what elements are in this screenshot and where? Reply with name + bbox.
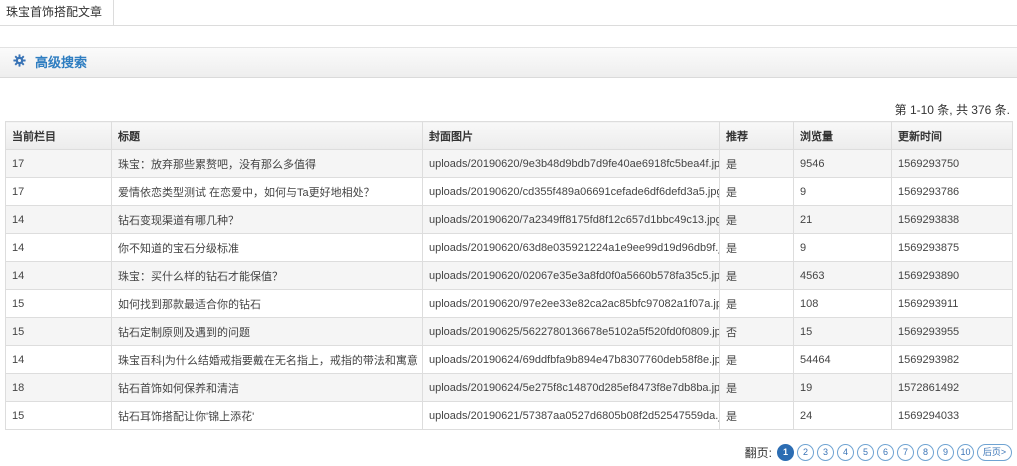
category-cell: 17 xyxy=(5,149,112,178)
cover-image-cell: uploads/20190620/97e2ee33e82ca2ac85bfc97… xyxy=(422,289,720,318)
category-cell: 14 xyxy=(5,233,112,262)
cover-image-cell: uploads/20190620/7a2349ff8175fd8f12c657d… xyxy=(422,205,720,234)
updated-time-cell: 1569293838 xyxy=(891,205,1013,234)
cover-image-cell: uploads/20190620/cd355f489a06691cefade6d… xyxy=(422,177,720,206)
column-title-header[interactable]: 标题 xyxy=(111,121,423,150)
table-row[interactable]: 14 钻石变现渠道有哪几种？ uploads/20190620/7a2349ff81… xyxy=(5,205,1013,234)
views-cell: 24 xyxy=(793,401,892,430)
recommended-cell: 是 xyxy=(719,345,794,374)
title-cell: 珠宝：放弃那些累赘吧，没有那么多值得 xyxy=(111,149,423,178)
articles-table-container: 当前栏目 标题 封面图片 推荐 浏览量 更新时间 17 珠宝：放弃那些累赘吧，没有那么多值得… xyxy=(5,121,1013,430)
advanced-search-panel-header[interactable]: 高级搜索 xyxy=(0,47,1017,78)
page-button-5[interactable]: 5 xyxy=(857,444,874,461)
category-cell: 18 xyxy=(5,373,112,402)
page-button-3[interactable]: 3 xyxy=(817,444,834,461)
cover-image-cell: uploads/20190624/69ddfbfa9b894e47b830776… xyxy=(422,345,720,374)
table-row[interactable]: 17 珠宝：放弃那些累赘吧，没有那么多值得 uploads/20190620/9e3… xyxy=(5,149,1013,178)
page-button-6[interactable]: 6 xyxy=(877,444,894,461)
views-cell: 19 xyxy=(793,373,892,402)
page-button-10[interactable]: 10 xyxy=(957,444,974,461)
title-cell: 钻石定制原则及遇到的问题 xyxy=(111,317,423,346)
views-cell: 9 xyxy=(793,233,892,262)
category-cell: 15 xyxy=(5,317,112,346)
advanced-search-title[interactable]: 高级搜索 xyxy=(35,55,87,71)
table-row[interactable]: 15 钻石定制原则及遇到的问题 uploads/20190625/562278013… xyxy=(5,317,1013,346)
table-row[interactable]: 14 你不知道的宝石分级标准 uploads/20190620/63d8e03592… xyxy=(5,233,1013,262)
updated-time-cell: 1569293890 xyxy=(891,261,1013,290)
updated-time-cell: 1569293982 xyxy=(891,345,1013,374)
recommended-cell: 否 xyxy=(719,317,794,346)
gear-icon xyxy=(12,54,26,68)
column-cover-image-header[interactable]: 封面图片 xyxy=(422,121,720,150)
table-header-row: 当前栏目 标题 封面图片 推荐 浏览量 更新时间 xyxy=(5,121,1013,150)
page-button-8[interactable]: 8 xyxy=(917,444,934,461)
updated-time-cell: 1569293911 xyxy=(891,289,1013,318)
recommended-cell: 是 xyxy=(719,233,794,262)
recommended-cell: 是 xyxy=(719,177,794,206)
pager-label: 翻页: xyxy=(744,446,772,460)
pagination: 翻页: 1 2 3 4 5 6 7 8 9 10 后页> xyxy=(745,444,1012,461)
category-cell: 17 xyxy=(5,177,112,206)
table-row[interactable]: 14 珠宝百科|为什么结婚戒指要戴在无名指上，戒指的带法和寓意 uploads/20… xyxy=(5,345,1013,374)
recommended-cell: 是 xyxy=(719,401,794,430)
title-cell: 如何找到那款最适合你的钻石 xyxy=(111,289,423,318)
page-button-9[interactable]: 9 xyxy=(937,444,954,461)
column-views-header[interactable]: 浏览量 xyxy=(793,121,892,150)
table-row[interactable]: 15 钻石耳饰搭配让你'锦上添花' uploads/20190621/57387aa… xyxy=(5,401,1013,430)
column-updated-time-header[interactable]: 更新时间 xyxy=(891,121,1013,150)
table-row[interactable]: 15 如何找到那款最适合你的钻石 uploads/20190620/97e2ee33… xyxy=(5,289,1013,318)
cover-image-cell: uploads/20190624/5e275f8c14870d285ef8473… xyxy=(422,373,720,402)
page-button-7[interactable]: 7 xyxy=(897,444,914,461)
cover-image-cell: uploads/20190621/57387aa0527d6805b08f2d5… xyxy=(422,401,720,430)
recommended-cell: 是 xyxy=(719,149,794,178)
views-cell: 9 xyxy=(793,177,892,206)
tab-jewelry-articles[interactable]: 珠宝首饰搭配文章 xyxy=(0,0,115,25)
title-cell: 你不知道的宝石分级标准 xyxy=(111,233,423,262)
recommended-cell: 是 xyxy=(719,261,794,290)
column-recommended-header[interactable]: 推荐 xyxy=(719,121,794,150)
page-button-1[interactable]: 1 xyxy=(777,444,794,461)
table-row[interactable]: 14 珠宝：买什么样的钻石才能保值？ uploads/20190620/02067e… xyxy=(5,261,1013,290)
title-cell: 钻石首饰如何保养和清洁 xyxy=(111,373,423,402)
title-cell: 钻石变现渠道有哪几种？ xyxy=(111,205,423,234)
page-button-2[interactable]: 2 xyxy=(797,444,814,461)
views-cell: 108 xyxy=(793,289,892,318)
views-cell: 15 xyxy=(793,317,892,346)
title-cell: 珠宝百科|为什么结婚戒指要戴在无名指上，戒指的带法和寓意 xyxy=(111,345,423,374)
recommended-cell: 是 xyxy=(719,373,794,402)
category-cell: 14 xyxy=(5,261,112,290)
views-cell: 21 xyxy=(793,205,892,234)
updated-time-cell: 1569294033 xyxy=(891,401,1013,430)
updated-time-cell: 1569293750 xyxy=(891,149,1013,178)
next-page-button[interactable]: 后页> xyxy=(977,444,1012,461)
tab-bar: 珠宝首饰搭配文章 xyxy=(0,0,1017,26)
views-cell: 4563 xyxy=(793,261,892,290)
recommended-cell: 是 xyxy=(719,289,794,318)
updated-time-cell: 1569293955 xyxy=(891,317,1013,346)
table-row[interactable]: 17 爱情依恋类型测试 在恋爱中，如何与Ta更好地相处？ uploads/20190… xyxy=(5,177,1013,206)
category-cell: 15 xyxy=(5,289,112,318)
title-cell: 钻石耳饰搭配让你'锦上添花' xyxy=(111,401,423,430)
recommended-cell: 是 xyxy=(719,205,794,234)
cover-image-cell: uploads/20190620/02067e35e3a8fd0f0a5660b… xyxy=(422,261,720,290)
updated-time-cell: 1569293875 xyxy=(891,233,1013,262)
title-cell: 爱情依恋类型测试 在恋爱中，如何与Ta更好地相处？ xyxy=(111,177,423,206)
cover-image-cell: uploads/20190620/9e3b48d9bdb7d9fe40ae691… xyxy=(422,149,720,178)
table-row[interactable]: 18 钻石首饰如何保养和清洁 uploads/20190624/5e275f8c14… xyxy=(5,373,1013,402)
updated-time-cell: 1569293786 xyxy=(891,177,1013,206)
result-summary: 第 1-10 条, 共 376 条. xyxy=(894,103,1010,117)
page-button-4[interactable]: 4 xyxy=(837,444,854,461)
views-cell: 9546 xyxy=(793,149,892,178)
cover-image-cell: uploads/20190620/63d8e035921224a1e9ee99d… xyxy=(422,233,720,262)
updated-time-cell: 1572861492 xyxy=(891,373,1013,402)
column-current-category-header[interactable]: 当前栏目 xyxy=(5,121,112,150)
views-cell: 54464 xyxy=(793,345,892,374)
cover-image-cell: uploads/20190625/5622780136678e5102a5f52… xyxy=(422,317,720,346)
category-cell: 14 xyxy=(5,345,112,374)
title-cell: 珠宝：买什么样的钻石才能保值？ xyxy=(111,261,423,290)
category-cell: 15 xyxy=(5,401,112,430)
category-cell: 14 xyxy=(5,205,112,234)
articles-table: 当前栏目 标题 封面图片 推荐 浏览量 更新时间 17 珠宝：放弃那些累赘吧，没有那么多值得… xyxy=(5,121,1013,430)
